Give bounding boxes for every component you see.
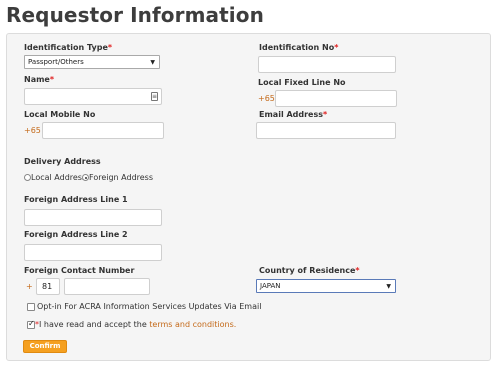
- foreign-contact-plus: +: [26, 282, 33, 291]
- terms-label: *I have read and accept the terms and co…: [35, 320, 237, 329]
- foreign-address-radio[interactable]: [82, 174, 89, 181]
- optin-checkbox[interactable]: [27, 303, 35, 311]
- mobile-label: Local Mobile No: [24, 110, 96, 119]
- foreign-line2-input[interactable]: [24, 244, 162, 261]
- fixed-line-label: Local Fixed Line No: [258, 78, 346, 87]
- id-no-input[interactable]: [258, 56, 396, 73]
- country-code-input[interactable]: 81: [36, 278, 60, 295]
- foreign-contact-input[interactable]: [64, 278, 150, 295]
- terms-link[interactable]: terms and conditions.: [149, 320, 236, 329]
- confirm-button[interactable]: Confirm: [23, 340, 67, 353]
- foreign-line1-label: Foreign Address Line 1: [24, 195, 128, 204]
- email-input[interactable]: [256, 122, 396, 139]
- fixed-line-prefix: +65: [258, 94, 275, 103]
- foreign-contact-label: Foreign Contact Number: [24, 266, 135, 275]
- fixed-line-input[interactable]: [275, 90, 397, 107]
- chevron-down-icon: ▼: [386, 283, 391, 290]
- local-address-radio-label: Local Address: [31, 173, 87, 182]
- foreign-line1-input[interactable]: [24, 209, 162, 226]
- country-select[interactable]: JAPAN ▼: [256, 279, 396, 293]
- local-address-radio[interactable]: [24, 174, 31, 181]
- mobile-input[interactable]: [42, 122, 164, 139]
- name-input[interactable]: ≡: [24, 88, 162, 105]
- delivery-address-label: Delivery Address: [24, 157, 101, 166]
- mobile-prefix: +65: [24, 126, 41, 135]
- id-type-label: Identification Type*: [24, 43, 113, 52]
- country-code-value: 81: [42, 282, 53, 291]
- terms-checkbox[interactable]: [27, 319, 35, 329]
- id-no-label: Identification No*: [259, 43, 339, 52]
- id-type-value: Passport/Others: [28, 58, 84, 66]
- foreign-line2-label: Foreign Address Line 2: [24, 230, 128, 239]
- country-value: JAPAN: [260, 282, 281, 290]
- contact-card-icon[interactable]: ≡: [151, 92, 158, 101]
- page-title: Requestor Information: [6, 3, 264, 27]
- optin-label: Opt-in For ACRA Information Services Upd…: [37, 302, 262, 311]
- id-type-select[interactable]: Passport/Others ▼: [24, 55, 160, 69]
- email-label: Email Address*: [259, 110, 328, 119]
- foreign-address-radio-label: Foreign Address: [89, 173, 154, 182]
- chevron-down-icon: ▼: [150, 59, 155, 66]
- name-label: Name*: [24, 75, 55, 84]
- country-label: Country of Residence*: [259, 266, 360, 275]
